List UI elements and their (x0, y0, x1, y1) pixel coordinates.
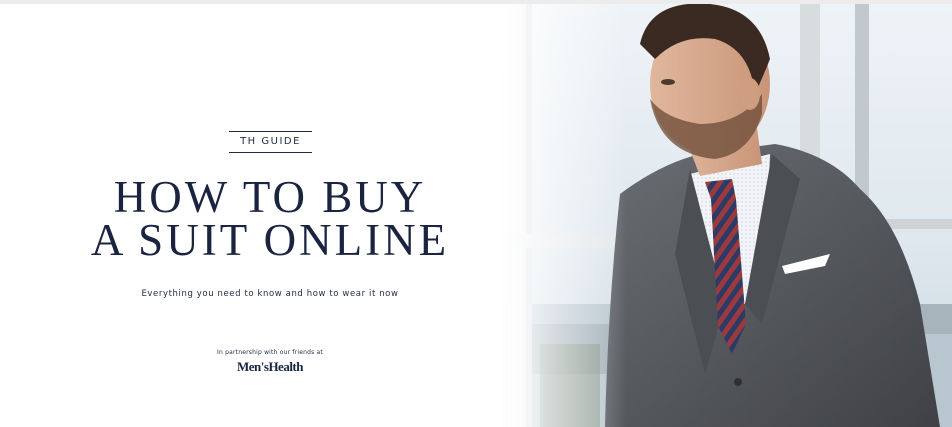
hero-subheading: Everything you need to know and how to w… (141, 289, 399, 299)
mens-health-logo[interactable]: Men'sHealth (170, 359, 370, 375)
page: TH GUIDE HOW TO BUY A SUIT ONLINE Everyt… (0, 0, 952, 427)
hero-photo-man-in-suit (500, 4, 952, 427)
headline-line-1: HOW TO BUY (113, 172, 427, 222)
guide-kicker: TH GUIDE (229, 131, 312, 153)
headline-line-2: A SUIT ONLINE (90, 215, 450, 265)
partner-note: In partnership with our friends at (217, 349, 323, 356)
hero-text-panel: TH GUIDE HOW TO BUY A SUIT ONLINE Everyt… (0, 0, 540, 427)
